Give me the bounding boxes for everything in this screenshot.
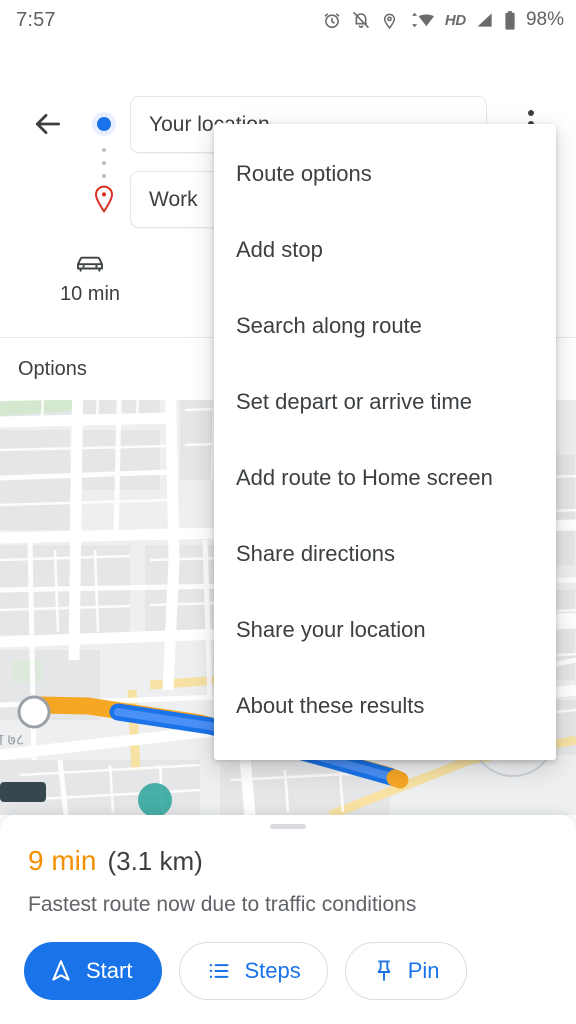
steps-button-label: Steps xyxy=(244,958,301,983)
status-bar: 7:57 HD 98% xyxy=(0,0,576,40)
hd-icon: HD xyxy=(444,11,466,29)
travel-mode-driving[interactable]: 10 min xyxy=(48,251,132,306)
notifications-off-icon xyxy=(351,10,371,30)
map-pin-outline-icon xyxy=(92,184,116,219)
menu-item-share-your-location[interactable]: Share your location xyxy=(214,592,556,668)
menu-item-set-depart-or-arrive-time[interactable]: Set depart or arrive time xyxy=(214,364,556,440)
back-button[interactable] xyxy=(26,102,70,146)
pin-button[interactable]: Pin xyxy=(344,942,467,1000)
overflow-menu: Route options Add stop Search along rout… xyxy=(214,124,556,760)
start-navigation-label: Start xyxy=(86,958,133,983)
location-icon xyxy=(380,11,399,30)
sheet-drag-handle[interactable] xyxy=(270,824,306,829)
steps-button[interactable]: Steps xyxy=(179,942,328,1000)
destination-input-value: Work xyxy=(149,187,198,211)
route-detail-sheet: 9 min (3.1 km) Fastest route now due to … xyxy=(0,815,576,1024)
route-endpoints-rail xyxy=(92,102,116,217)
car-icon xyxy=(77,256,103,272)
menu-item-route-options[interactable]: Route options xyxy=(214,136,556,212)
map-label-top-left: ग ७८ xyxy=(0,732,25,749)
route-options-label: Options xyxy=(18,357,87,380)
menu-item-add-stop[interactable]: Add stop xyxy=(214,212,556,288)
travel-mode-driving-duration: 10 min xyxy=(59,283,121,305)
list-icon xyxy=(210,963,229,979)
pushpin-icon xyxy=(377,960,391,981)
route-eta-time: 9 min xyxy=(28,845,97,876)
route-eta: 9 min (3.1 km) xyxy=(28,845,203,877)
menu-item-share-directions[interactable]: Share directions xyxy=(214,516,556,592)
pin-button-label: Pin xyxy=(407,958,440,983)
cellular-signal-icon xyxy=(475,10,495,30)
start-navigation-button[interactable]: Start xyxy=(24,942,163,1000)
wifi-icon xyxy=(408,10,436,30)
route-dots-connector xyxy=(102,148,106,178)
navigation-arrow-icon xyxy=(52,960,70,981)
battery-percent-label: 98% xyxy=(525,9,564,30)
current-location-dot-icon xyxy=(97,117,111,131)
alarm-icon xyxy=(322,10,342,30)
status-bar-icons: HD 98% xyxy=(322,9,576,31)
sheet-action-buttons: Start Steps Pin xyxy=(24,942,467,1000)
menu-item-add-route-to-home-screen[interactable]: Add route to Home screen xyxy=(214,440,556,516)
route-eta-distance: (3.1 km) xyxy=(107,846,203,876)
menu-item-search-along-route[interactable]: Search along route xyxy=(214,288,556,364)
battery-icon xyxy=(504,10,516,31)
status-bar-clock: 7:57 xyxy=(16,8,56,31)
menu-item-about-these-results[interactable]: About these results xyxy=(214,668,556,744)
route-eta-subtitle: Fastest route now due to traffic conditi… xyxy=(28,893,417,916)
more-vert-icon-dot xyxy=(528,110,534,116)
arrow-back-icon xyxy=(35,113,61,135)
